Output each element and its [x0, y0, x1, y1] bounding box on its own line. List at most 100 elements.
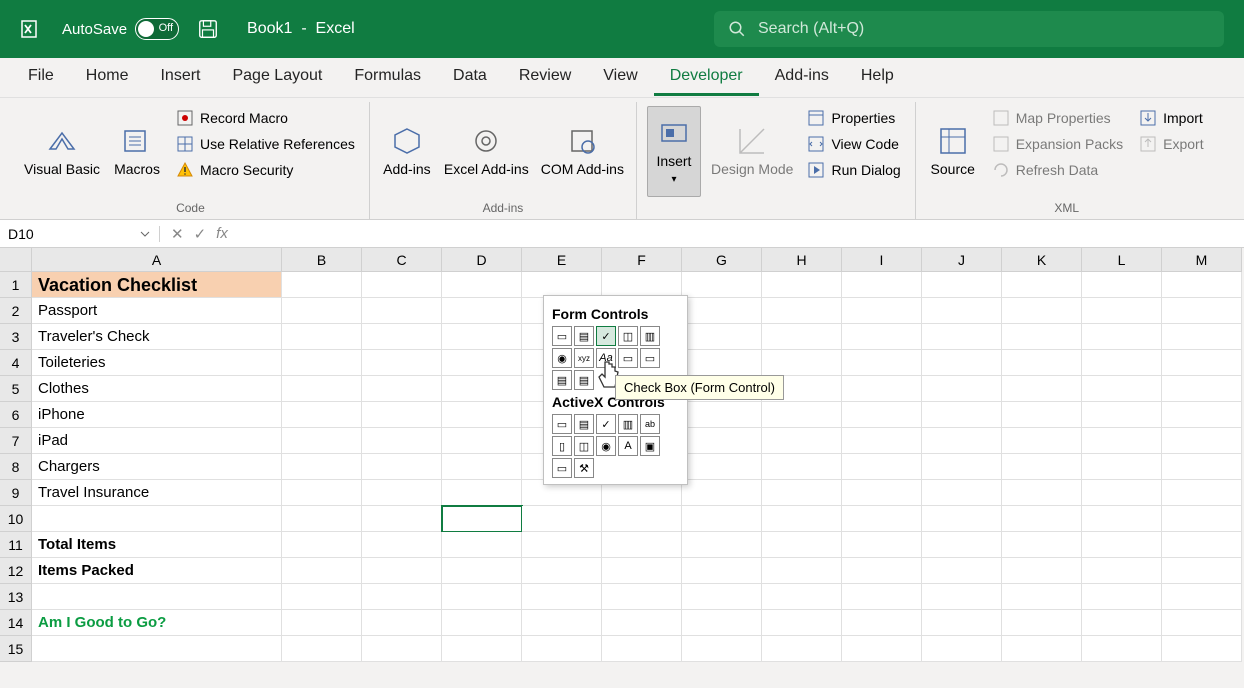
cell-M1[interactable]: [1162, 272, 1242, 298]
check-box-activex-icon[interactable]: ✓: [596, 414, 616, 434]
cell-M13[interactable]: [1162, 584, 1242, 610]
cell-A9[interactable]: Travel Insurance: [32, 480, 282, 506]
cell-I1[interactable]: [842, 272, 922, 298]
cell-L14[interactable]: [1082, 610, 1162, 636]
cell-D14[interactable]: [442, 610, 522, 636]
button-form-control-icon[interactable]: ▭: [552, 326, 572, 346]
col-header-J[interactable]: J: [922, 248, 1002, 272]
cell-K1[interactable]: [1002, 272, 1082, 298]
cell-D7[interactable]: [442, 428, 522, 454]
cell-G4[interactable]: [682, 350, 762, 376]
cell-I15[interactable]: [842, 636, 922, 662]
properties-button[interactable]: Properties: [803, 106, 904, 130]
cell-J8[interactable]: [922, 454, 1002, 480]
cell-L9[interactable]: [1082, 480, 1162, 506]
cell-H2[interactable]: [762, 298, 842, 324]
text-field-form-control-icon[interactable]: ▭: [640, 348, 660, 368]
label-activex-icon[interactable]: A: [618, 436, 638, 456]
import-button[interactable]: Import: [1135, 106, 1207, 130]
cell-L15[interactable]: [1082, 636, 1162, 662]
tab-addins[interactable]: Add-ins: [759, 59, 845, 96]
refresh-data-button[interactable]: Refresh Data: [988, 158, 1127, 182]
cell-K8[interactable]: [1002, 454, 1082, 480]
cell-I7[interactable]: [842, 428, 922, 454]
col-header-L[interactable]: L: [1082, 248, 1162, 272]
cell-G11[interactable]: [682, 532, 762, 558]
cell-G2[interactable]: [682, 298, 762, 324]
map-properties-button[interactable]: Map Properties: [988, 106, 1127, 130]
cell-G14[interactable]: [682, 610, 762, 636]
cell-M10[interactable]: [1162, 506, 1242, 532]
cell-H6[interactable]: [762, 402, 842, 428]
row-header-6[interactable]: 6: [0, 402, 32, 428]
cell-L11[interactable]: [1082, 532, 1162, 558]
cell-A5[interactable]: Clothes: [32, 376, 282, 402]
cell-A7[interactable]: iPad: [32, 428, 282, 454]
option-button-form-control-icon[interactable]: ◉: [552, 348, 572, 368]
cell-B3[interactable]: [282, 324, 362, 350]
cell-C7[interactable]: [362, 428, 442, 454]
cell-K2[interactable]: [1002, 298, 1082, 324]
cell-K10[interactable]: [1002, 506, 1082, 532]
col-header-H[interactable]: H: [762, 248, 842, 272]
cell-I5[interactable]: [842, 376, 922, 402]
cell-L1[interactable]: [1082, 272, 1162, 298]
list-box-form-control-icon[interactable]: ▥: [640, 326, 660, 346]
cell-B14[interactable]: [282, 610, 362, 636]
cell-K5[interactable]: [1002, 376, 1082, 402]
cell-I10[interactable]: [842, 506, 922, 532]
cell-J11[interactable]: [922, 532, 1002, 558]
cell-J5[interactable]: [922, 376, 1002, 402]
tab-view[interactable]: View: [587, 59, 653, 96]
cell-B7[interactable]: [282, 428, 362, 454]
spin-button-activex-icon[interactable]: ◫: [574, 436, 594, 456]
cell-B4[interactable]: [282, 350, 362, 376]
save-icon[interactable]: [197, 18, 219, 40]
cell-D8[interactable]: [442, 454, 522, 480]
cell-J1[interactable]: [922, 272, 1002, 298]
source-button[interactable]: Source: [926, 106, 980, 197]
cell-L5[interactable]: [1082, 376, 1162, 402]
cell-J14[interactable]: [922, 610, 1002, 636]
cell-F11[interactable]: [602, 532, 682, 558]
cell-G1[interactable]: [682, 272, 762, 298]
cell-I3[interactable]: [842, 324, 922, 350]
cell-H12[interactable]: [762, 558, 842, 584]
combo-list-form-control-icon[interactable]: ▤: [552, 370, 572, 390]
export-button[interactable]: Export: [1135, 132, 1207, 156]
cell-C13[interactable]: [362, 584, 442, 610]
tab-review[interactable]: Review: [503, 59, 587, 96]
cell-D3[interactable]: [442, 324, 522, 350]
cell-L10[interactable]: [1082, 506, 1162, 532]
combo-box-activex-icon[interactable]: ▤: [574, 414, 594, 434]
cell-M9[interactable]: [1162, 480, 1242, 506]
cell-L8[interactable]: [1082, 454, 1162, 480]
row-header-10[interactable]: 10: [0, 506, 32, 532]
visual-basic-button[interactable]: Visual Basic: [22, 106, 102, 197]
cell-A8[interactable]: Chargers: [32, 454, 282, 480]
cell-M4[interactable]: [1162, 350, 1242, 376]
cell-J12[interactable]: [922, 558, 1002, 584]
col-header-A[interactable]: A: [32, 248, 282, 272]
cell-D5[interactable]: [442, 376, 522, 402]
cell-K14[interactable]: [1002, 610, 1082, 636]
use-relative-button[interactable]: Use Relative References: [172, 132, 359, 156]
cell-J6[interactable]: [922, 402, 1002, 428]
run-dialog-button[interactable]: Run Dialog: [803, 158, 904, 182]
combo-dropdown-form-control-icon[interactable]: ▤: [574, 370, 594, 390]
cell-C8[interactable]: [362, 454, 442, 480]
cell-L6[interactable]: [1082, 402, 1162, 428]
cell-E12[interactable]: [522, 558, 602, 584]
cell-C5[interactable]: [362, 376, 442, 402]
addins-button[interactable]: Add-ins: [380, 106, 434, 197]
cell-M7[interactable]: [1162, 428, 1242, 454]
cell-E14[interactable]: [522, 610, 602, 636]
cell-J2[interactable]: [922, 298, 1002, 324]
macro-security-button[interactable]: Macro Security: [172, 158, 359, 182]
cell-B13[interactable]: [282, 584, 362, 610]
row-header-2[interactable]: 2: [0, 298, 32, 324]
tab-data[interactable]: Data: [437, 59, 503, 96]
row-header-1[interactable]: 1: [0, 272, 32, 298]
cell-D10[interactable]: [442, 506, 522, 532]
col-header-B[interactable]: B: [282, 248, 362, 272]
